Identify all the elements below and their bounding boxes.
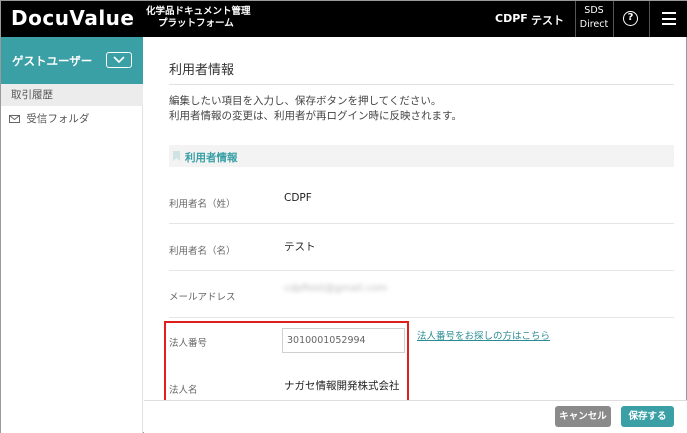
sds-line2: Direct bbox=[579, 19, 609, 30]
field-label: 利用者名（名） bbox=[169, 246, 236, 257]
page-title: 利用者情報 bbox=[169, 63, 235, 78]
bookmark-icon bbox=[173, 151, 180, 161]
app-window: DocuValue 化学品ドキュメント管理 プラットフォーム CDPF テスト … bbox=[0, 0, 687, 433]
help-icon[interactable]: ? bbox=[623, 11, 638, 26]
cancel-button[interactable]: キャンセル bbox=[555, 406, 611, 427]
field-row-last-name: 利用者名（姓） CDPF bbox=[169, 177, 674, 224]
header-divider bbox=[649, 1, 650, 37]
section-title: 利用者情報 bbox=[185, 152, 238, 164]
description-line2: 利用者情報の変更は、利用者が再ログイン時に反映されます。 bbox=[169, 110, 462, 122]
title-divider bbox=[169, 84, 674, 85]
field-label: 利用者名（姓） bbox=[169, 199, 236, 210]
main-content: 利用者情報 編集したい項目を入力し、保存ボタンを押してください。 利用者情報の変… bbox=[144, 37, 687, 433]
field-label: メールアドレス bbox=[169, 292, 236, 303]
user-dropdown-button[interactable] bbox=[106, 52, 132, 68]
guest-user-label: ゲストユーザー bbox=[12, 54, 93, 68]
top-header: DocuValue 化学品ドキュメント管理 プラットフォーム CDPF テスト … bbox=[1, 1, 687, 37]
sidebar-item-label: 受信フォルダ bbox=[26, 113, 90, 125]
tagline: 化学品ドキュメント管理 プラットフォーム bbox=[146, 6, 251, 30]
first-name-value: テスト bbox=[284, 241, 316, 253]
sidebar-item-label: 取引履歴 bbox=[11, 89, 53, 101]
tagline-line2: プラットフォーム bbox=[158, 18, 234, 29]
action-footer: キャンセル 保存する bbox=[144, 400, 687, 433]
last-name-value: CDPF bbox=[284, 192, 312, 204]
highlight-box bbox=[164, 321, 409, 402]
field-row-email: メールアドレス cdpftest@gmail.com bbox=[169, 271, 674, 318]
save-button[interactable]: 保存する bbox=[621, 406, 674, 427]
section-header: 利用者情報 bbox=[169, 145, 674, 167]
email-value-blurred: cdpftest@gmail.com bbox=[284, 283, 388, 294]
logo[interactable]: DocuValue bbox=[11, 6, 134, 30]
field-row-first-name: 利用者名（名） テスト bbox=[169, 224, 674, 271]
header-divider bbox=[613, 1, 614, 37]
chevron-down-icon bbox=[113, 56, 125, 64]
hamburger-menu-icon[interactable] bbox=[662, 12, 676, 25]
header-user-name: テスト bbox=[531, 14, 564, 27]
mail-icon bbox=[9, 115, 20, 123]
page-description: 編集したい項目を入力し、保存ボタンを押してください。 利用者情報の変更は、利用者… bbox=[169, 94, 462, 124]
sidebar-item-inbox[interactable]: 受信フォルダ bbox=[1, 109, 143, 129]
description-line1: 編集したい項目を入力し、保存ボタンを押してください。 bbox=[169, 95, 442, 107]
sidebar: ゲストユーザー 取引履歴 受信フォルダ bbox=[1, 37, 143, 433]
sds-line1: SDS bbox=[584, 5, 604, 16]
corporate-number-search-link[interactable]: 法人番号をお探しの方はこちら bbox=[417, 328, 550, 342]
tagline-line1: 化学品ドキュメント管理 bbox=[146, 6, 251, 17]
user-panel: ゲストユーザー bbox=[1, 37, 143, 84]
sidebar-item-transaction-history[interactable]: 取引履歴 bbox=[1, 84, 143, 106]
header-company: CDPF bbox=[495, 12, 528, 25]
sds-direct-button[interactable]: SDS Direct bbox=[576, 4, 612, 32]
